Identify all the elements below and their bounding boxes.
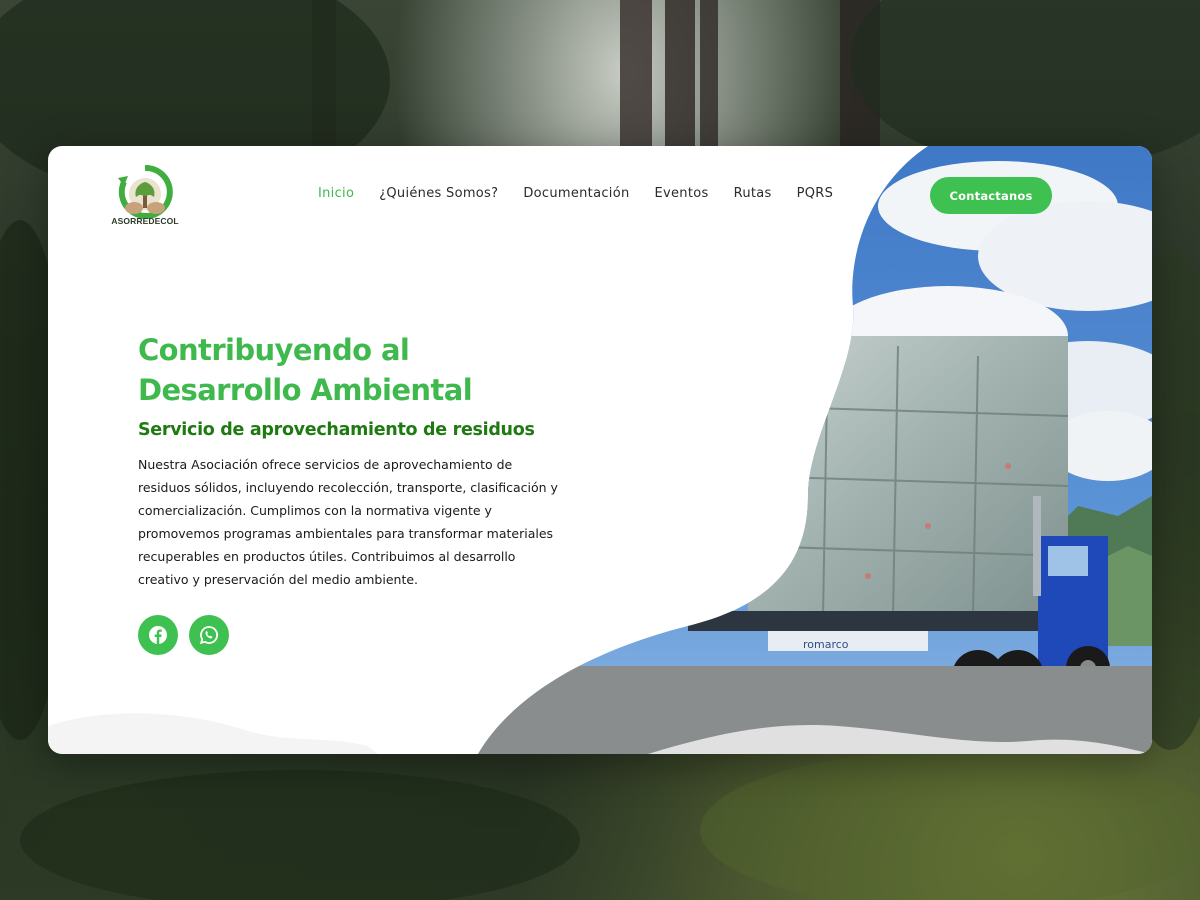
- nav-item-pqrs[interactable]: PQRS: [797, 186, 834, 201]
- nav-item-rutas[interactable]: Rutas: [734, 186, 772, 201]
- main-nav: Inicio ¿Quiénes Somos? Documentación Eve…: [318, 186, 833, 201]
- contact-button[interactable]: Contactanos: [930, 177, 1052, 214]
- hero-title-line1: Contribuyendo al: [138, 333, 410, 367]
- nav-item-inicio[interactable]: Inicio: [318, 186, 354, 201]
- social-links: [138, 615, 229, 655]
- nav-item-documentacion[interactable]: Documentación: [523, 186, 629, 201]
- nav-item-quienes-somos[interactable]: ¿Quiénes Somos?: [379, 186, 498, 201]
- whatsapp-icon: [199, 626, 218, 645]
- facebook-button[interactable]: [138, 615, 178, 655]
- facebook-icon: [149, 626, 167, 644]
- nav-item-eventos[interactable]: Eventos: [655, 186, 709, 201]
- hero-title: Contribuyendo al Desarrollo Ambiental: [138, 330, 568, 410]
- hero-section: Contribuyendo al Desarrollo Ambiental Se…: [138, 330, 568, 591]
- hero-card: romarco ASORREDECOL Inicio ¿Quiénes Somo…: [48, 146, 1152, 754]
- brand-name: ASORREDECOL: [111, 216, 179, 226]
- hero-description: Nuestra Asociación ofrece servicios de a…: [138, 457, 558, 587]
- hero-title-line2: Desarrollo Ambiental: [138, 373, 473, 407]
- hero-subtitle: Servicio de aprovechamiento de residuos: [138, 420, 535, 440]
- whatsapp-button[interactable]: [189, 615, 229, 655]
- truck-brand-label: romarco: [803, 638, 849, 651]
